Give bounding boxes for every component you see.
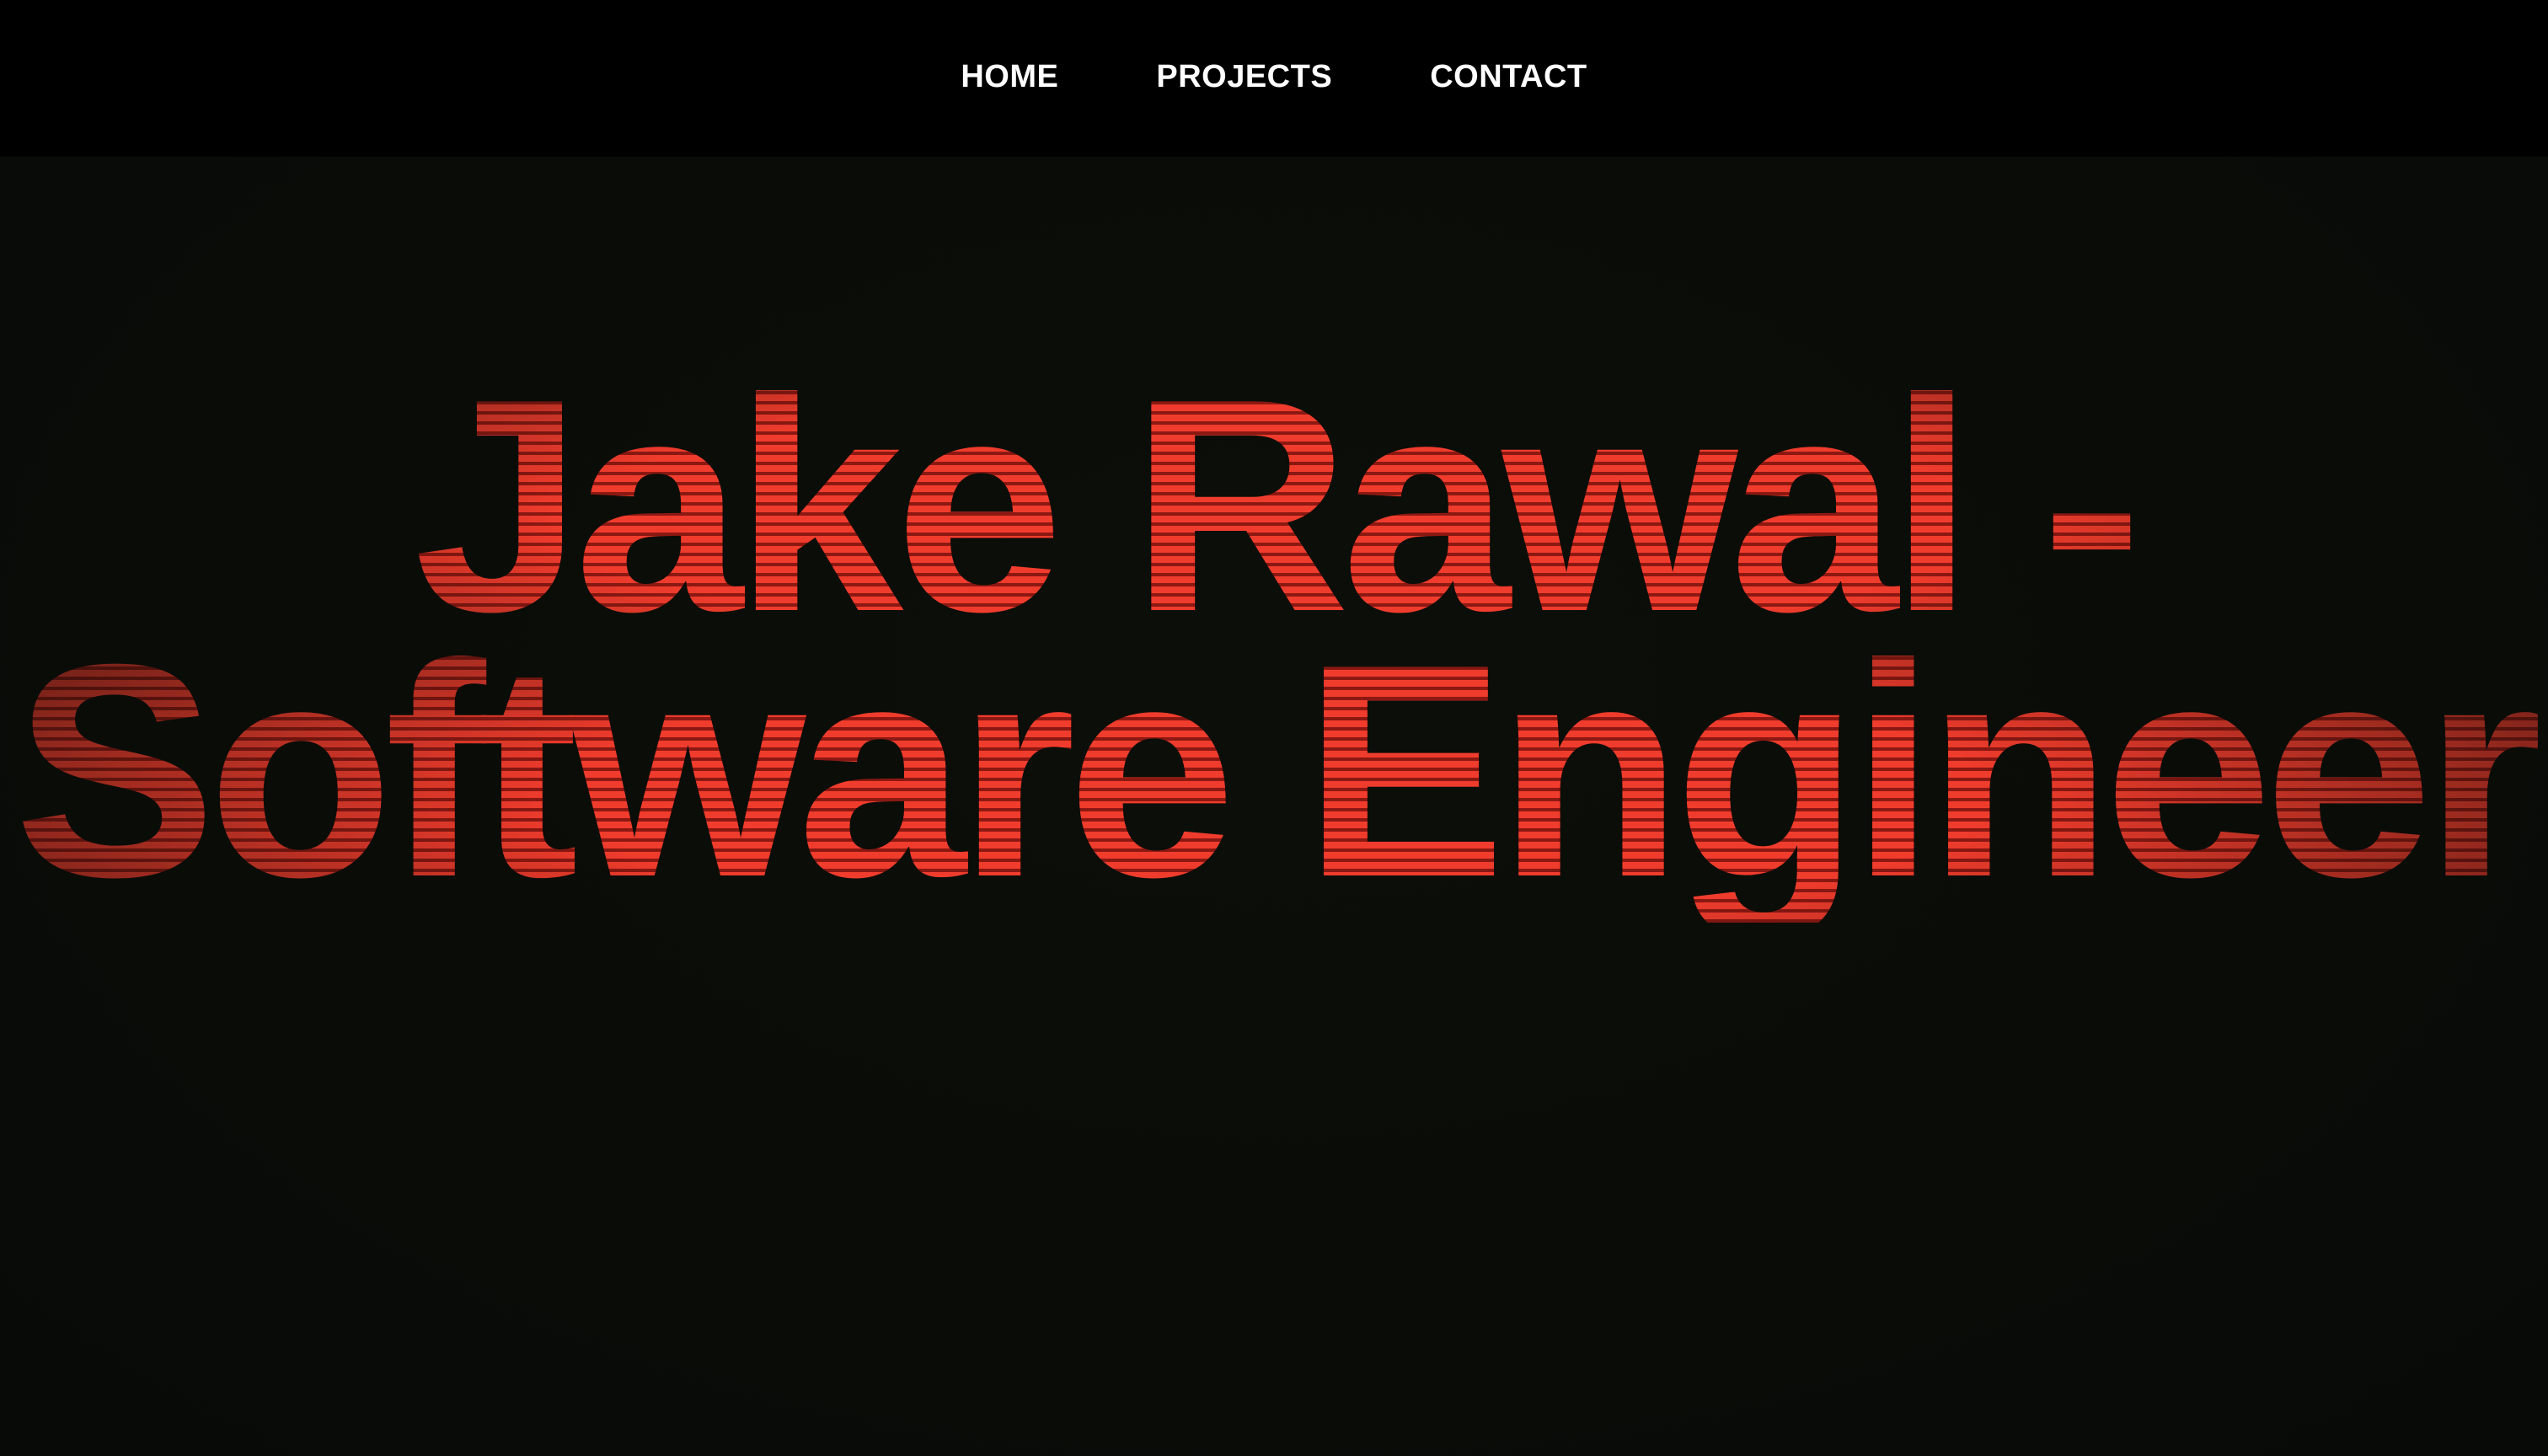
page: HOME PROJECTS CONTACT Jake Rawal - Softw… xyxy=(0,0,2548,1456)
hero-title-line-1: Jake Rawal - xyxy=(0,354,2548,657)
hero-title-line-2-wrapper: Software Engineer xyxy=(0,619,2548,973)
nav-link-contact[interactable]: CONTACT xyxy=(1430,61,1587,93)
top-navigation-bar: HOME PROJECTS CONTACT xyxy=(0,0,2548,157)
hero-title-line-2: Software Engineer xyxy=(0,619,2548,923)
nav-link-home[interactable]: HOME xyxy=(961,61,1058,93)
nav-link-projects[interactable]: PROJECTS xyxy=(1156,61,1332,93)
